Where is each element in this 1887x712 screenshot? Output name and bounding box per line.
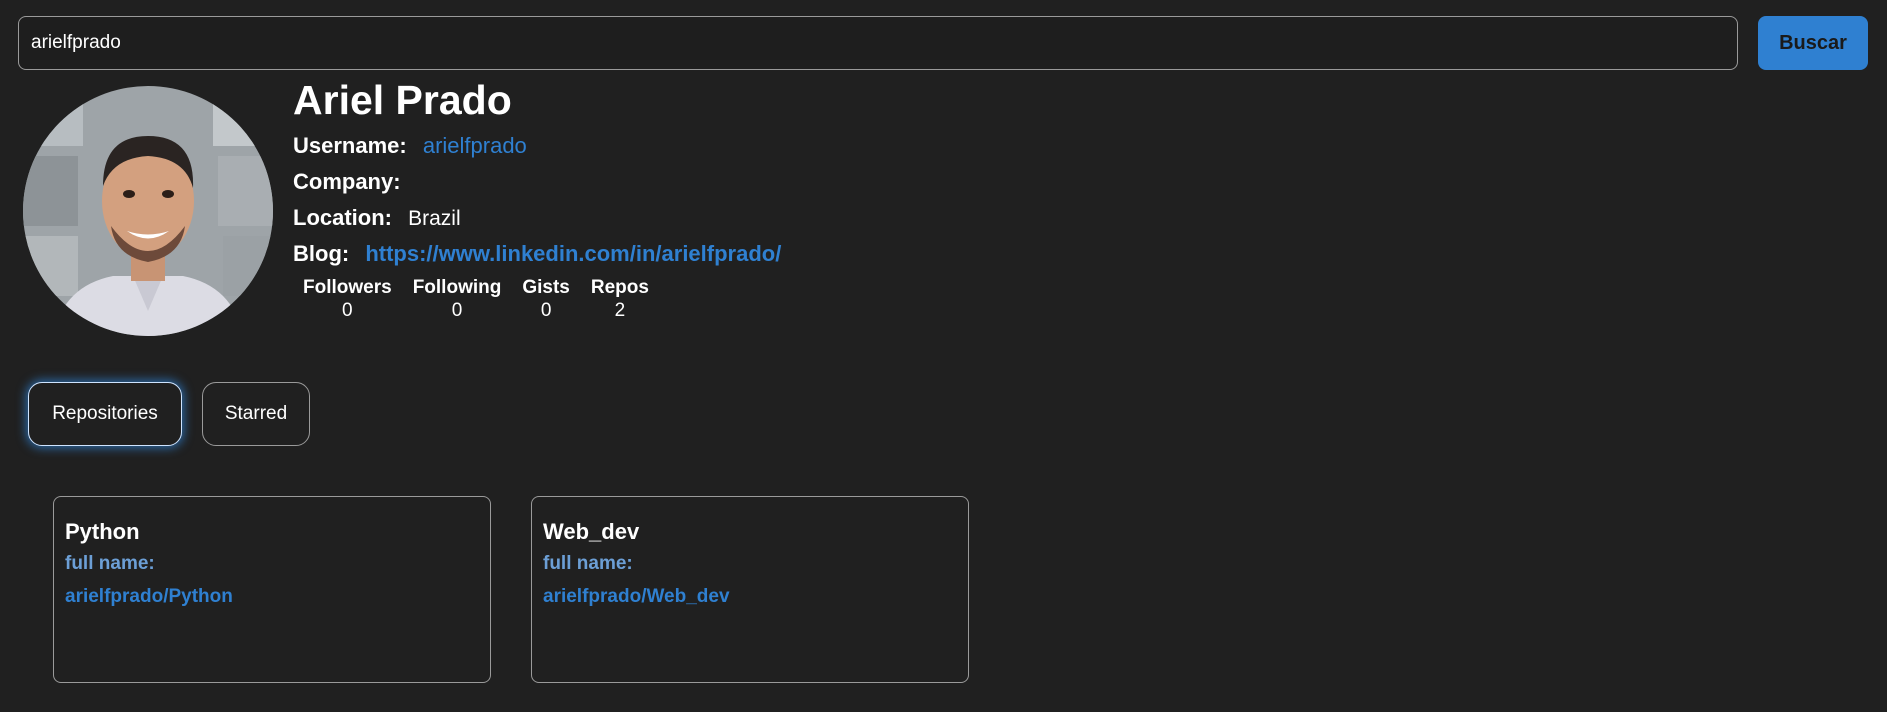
stat-followers: Followers 0 xyxy=(303,276,392,322)
location-row: Location: Brazil xyxy=(293,200,781,236)
profile-name: Ariel Prado xyxy=(293,77,512,123)
username-row: Username: arielfprado xyxy=(293,128,781,164)
repo-name: Web_dev xyxy=(543,519,640,544)
stat-repos: Repos 2 xyxy=(591,276,649,322)
repo-name: Python xyxy=(65,519,140,544)
repo-fullname-link[interactable]: arielfprado/Web_dev xyxy=(543,581,957,613)
profile-info: Ariel Prado Username: arielfprado Compan… xyxy=(293,72,781,322)
stat-label: Repos xyxy=(590,277,649,298)
stat-label: Following xyxy=(412,277,502,298)
tab-starred[interactable]: Starred xyxy=(202,382,310,446)
stat-value: 0 xyxy=(342,300,353,321)
user-photo-icon xyxy=(23,86,273,336)
tab-repositories[interactable]: Repositories xyxy=(28,382,182,446)
stat-following: Following 0 xyxy=(413,276,502,322)
stat-value: 0 xyxy=(451,300,463,321)
repo-fullname-label: full name: xyxy=(543,553,633,574)
username-link[interactable]: arielfprado xyxy=(423,133,527,158)
repo-fullname-label: full name: xyxy=(65,553,155,574)
username-label: Username: xyxy=(293,133,407,158)
stat-value: 2 xyxy=(614,300,626,321)
stat-value: 0 xyxy=(540,300,552,321)
stat-gists: Gists 0 xyxy=(522,276,570,322)
company-label: Company: xyxy=(293,169,401,194)
blog-label: Blog: xyxy=(293,241,350,266)
search-button[interactable]: Buscar xyxy=(1758,16,1868,70)
repo-card-web-dev[interactable]: Web_dev full name: arielfprado/Web_dev xyxy=(531,496,969,683)
stat-label: Followers xyxy=(303,277,392,298)
repo-card-python[interactable]: Python full name: arielfprado/Python xyxy=(53,496,491,683)
location-value: Brazil xyxy=(408,207,461,230)
stats: Followers 0 Following 0 Gists 0 Repos 2 xyxy=(303,276,781,322)
avatar xyxy=(23,86,273,336)
blog-link[interactable]: https://www.linkedin.com/in/arielfprado/ xyxy=(365,241,781,266)
search-input[interactable] xyxy=(18,16,1738,70)
blog-row: Blog: https://www.linkedin.com/in/arielf… xyxy=(293,236,781,272)
location-label: Location: xyxy=(293,205,392,230)
company-row: Company: xyxy=(293,164,781,200)
stat-label: Gists xyxy=(522,277,570,298)
repo-fullname-link[interactable]: arielfprado/Python xyxy=(65,581,479,613)
